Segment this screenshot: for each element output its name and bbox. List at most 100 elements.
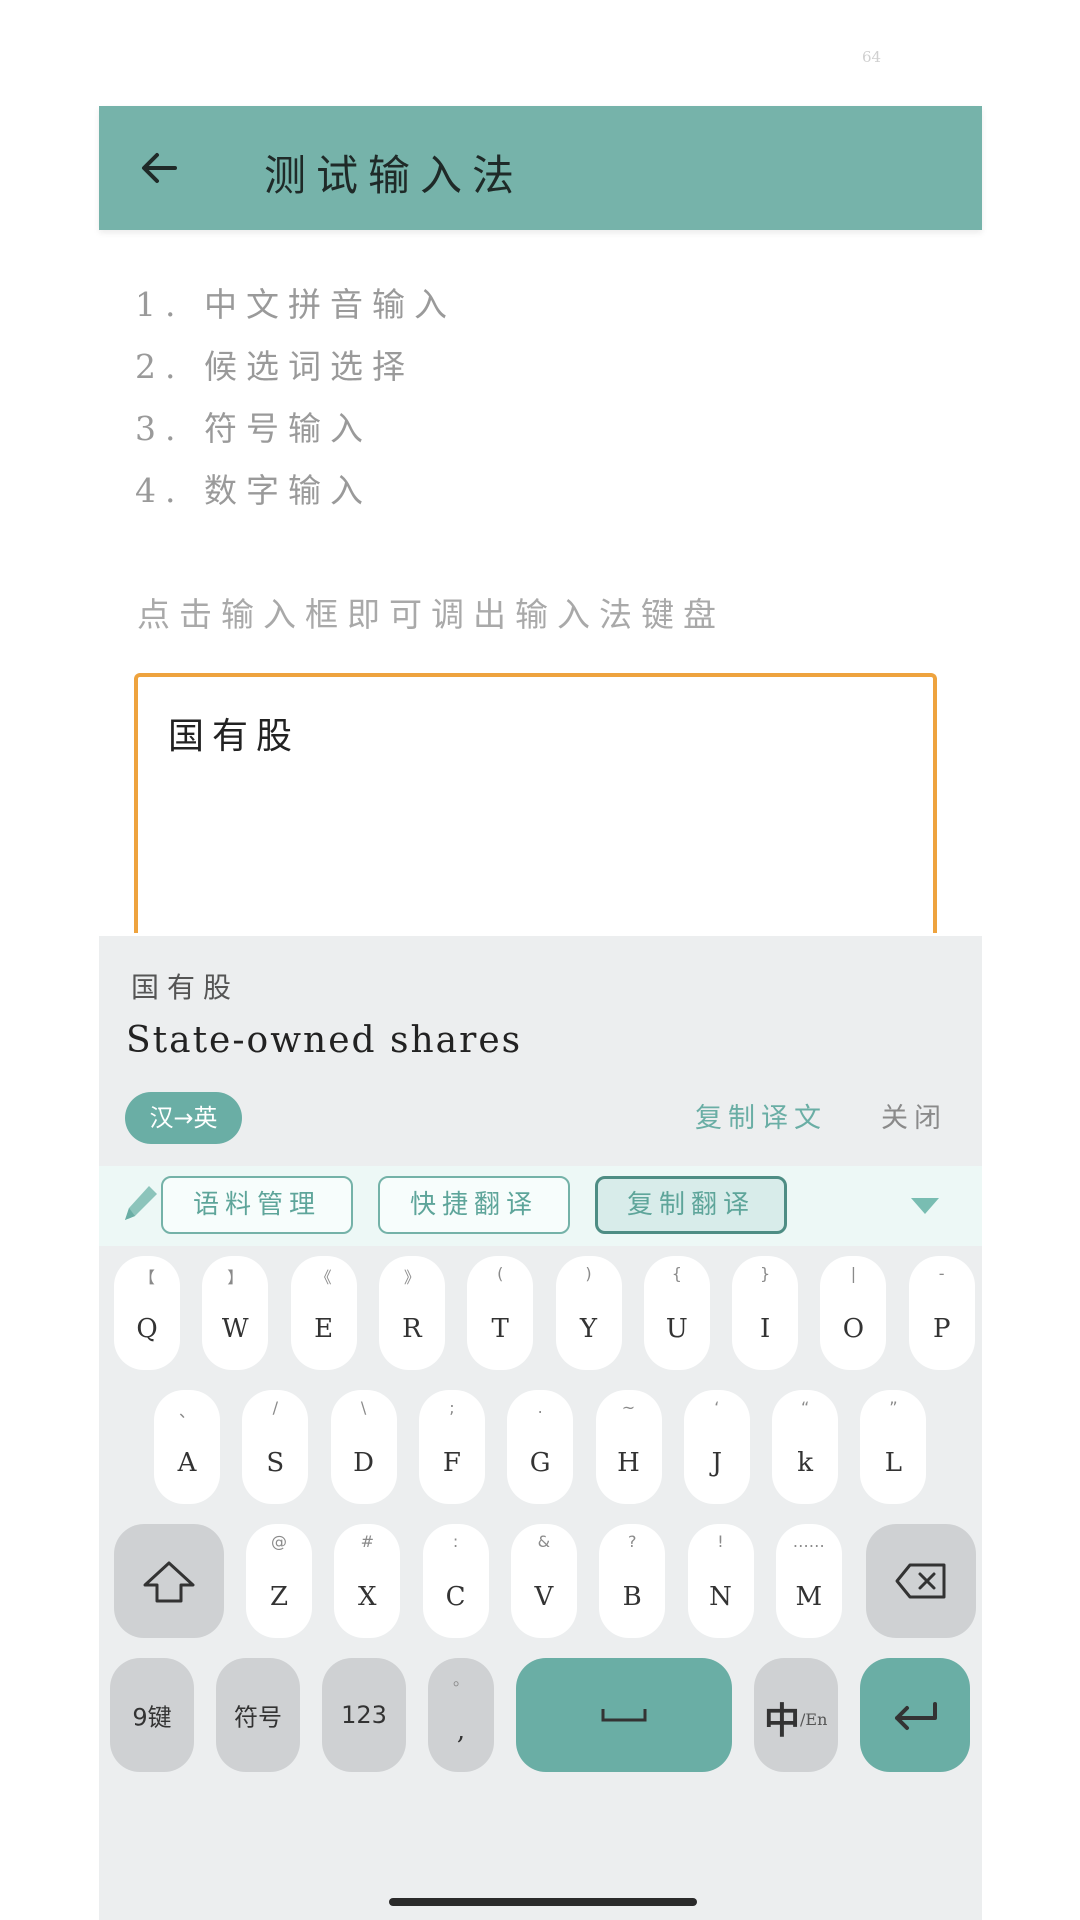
key-secondary-symbol: …… xyxy=(792,1532,825,1551)
key-y[interactable]: ) Y xyxy=(555,1256,622,1370)
key-o[interactable]: | O xyxy=(820,1256,887,1370)
symbols-key[interactable]: 符号 xyxy=(216,1658,300,1772)
key-secondary-symbol: “ xyxy=(800,1398,810,1417)
pen-icon[interactable] xyxy=(117,1180,161,1228)
key-m[interactable]: …… M xyxy=(775,1524,842,1638)
feature-list: 1. 中文拼音输入 2. 候选词选择 3. 符号输入 4. 数字输入 xyxy=(135,278,456,526)
key-secondary-symbol: 》 xyxy=(403,1268,420,1287)
key-secondary-symbol: : xyxy=(452,1532,459,1551)
numbers-key[interactable]: 123 xyxy=(322,1658,406,1772)
key-secondary-symbol: ? xyxy=(627,1532,637,1551)
key-letter: E xyxy=(314,1314,334,1344)
key-s[interactable]: / S xyxy=(242,1390,309,1504)
key-secondary-symbol: 。 xyxy=(452,1670,469,1689)
feature-item: 4. 数字输入 xyxy=(135,471,372,510)
key-letter: V xyxy=(534,1582,554,1612)
space-key[interactable] xyxy=(516,1658,732,1772)
back-button[interactable] xyxy=(135,144,183,192)
key-secondary-symbol: ‘ xyxy=(714,1398,720,1417)
key-q[interactable]: 【Q xyxy=(114,1256,180,1370)
close-translation-link[interactable]: 关闭 xyxy=(881,1096,947,1135)
translation-source: 国有股 xyxy=(131,971,240,1004)
feature-item: 2. 候选词选择 xyxy=(135,347,414,386)
input-value: 国有股 xyxy=(168,716,301,757)
key-w[interactable]: 】 W xyxy=(202,1256,269,1370)
key-secondary-symbol: ; xyxy=(449,1398,455,1417)
text-input-field[interactable]: 国有股 xyxy=(134,673,937,933)
nine-key[interactable]: 9键 xyxy=(110,1658,194,1772)
lang-sub-label: /En xyxy=(800,1710,828,1729)
app-window: 测试输入法 1. 中文拼音输入 2. 候选词选择 3. 符号输入 4. 数字输入… xyxy=(99,106,982,1920)
feature-item: 3. 符号输入 xyxy=(135,409,372,448)
nine-key-label: 9键 xyxy=(132,1703,172,1732)
key-secondary-symbol: . xyxy=(537,1398,543,1417)
key-letter: L xyxy=(884,1448,903,1478)
key-c[interactable]: :C xyxy=(422,1524,489,1638)
key-secondary-symbol: ~ xyxy=(621,1398,636,1417)
key-p[interactable]: -P xyxy=(908,1256,975,1370)
key-secondary-symbol: @ xyxy=(271,1532,287,1551)
key-u[interactable]: {U xyxy=(643,1256,710,1370)
key-letter: G xyxy=(529,1448,551,1478)
key-secondary-symbol: / xyxy=(272,1398,278,1417)
feature-item: 1. 中文拼音输入 xyxy=(135,285,456,324)
numbers-key-label: 123 xyxy=(341,1701,387,1729)
key-h[interactable]: ~ H xyxy=(595,1390,662,1504)
key-secondary-symbol: { xyxy=(671,1264,682,1283)
key-x[interactable]: # X xyxy=(334,1524,401,1638)
translation-direction-button[interactable]: 汉→英 xyxy=(125,1092,242,1144)
keyboard-hint: 点击输入框即可调出输入法键盘 xyxy=(137,595,725,634)
key-letter: P xyxy=(932,1314,951,1344)
key-letter: A xyxy=(177,1448,197,1478)
key-e[interactable]: 《 E xyxy=(290,1256,357,1370)
comma-key[interactable]: 。, xyxy=(428,1658,494,1772)
key-letter: k xyxy=(797,1448,813,1478)
corpus-manage-button[interactable]: 语料管理 xyxy=(161,1176,353,1234)
key-a[interactable]: 、 A xyxy=(154,1390,220,1504)
key-j[interactable]: ‘J xyxy=(683,1390,750,1504)
key-secondary-symbol: \ xyxy=(360,1398,367,1417)
lang-main-label: 中 xyxy=(764,1701,801,1742)
key-letter: M xyxy=(795,1582,823,1612)
key-letter: , xyxy=(456,1716,466,1746)
ime-toolbar: 语料管理 快捷翻译 复制翻译 xyxy=(99,1166,982,1246)
key-i[interactable]: } I xyxy=(732,1256,799,1370)
key-secondary-symbol: 【 xyxy=(138,1268,155,1287)
key-l[interactable]: ” L xyxy=(860,1390,927,1504)
key-d[interactable]: \ D xyxy=(330,1390,397,1504)
key-v[interactable]: & V xyxy=(510,1524,577,1638)
shift-key[interactable] xyxy=(114,1524,224,1638)
key-g[interactable]: .G xyxy=(507,1390,574,1504)
key-letter: R xyxy=(402,1314,422,1344)
language-switch-key[interactable]: 中/En xyxy=(754,1658,838,1772)
status-corner-number: 64 xyxy=(862,48,882,66)
key-secondary-symbol: - xyxy=(938,1264,945,1283)
key-f[interactable]: ; F xyxy=(418,1390,485,1504)
key-z[interactable]: @ Z xyxy=(246,1524,312,1638)
key-letter: T xyxy=(491,1314,509,1344)
key-letter: Y xyxy=(579,1314,598,1344)
key-k[interactable]: “k xyxy=(772,1390,839,1504)
key-r[interactable]: 》 R xyxy=(378,1256,445,1370)
key-secondary-symbol: ) xyxy=(585,1264,592,1283)
key-letter: I xyxy=(759,1314,771,1344)
key-letter: Z xyxy=(269,1582,289,1612)
copy-translate-button[interactable]: 复制翻译 xyxy=(595,1176,787,1234)
backspace-key[interactable] xyxy=(866,1524,976,1638)
key-secondary-symbol: 、 xyxy=(178,1402,195,1421)
key-secondary-symbol: ” xyxy=(889,1398,898,1417)
home-indicator xyxy=(389,1898,697,1906)
page-title: 测试输入法 xyxy=(264,151,525,200)
key-letter: C xyxy=(445,1582,466,1612)
key-t[interactable]: (T xyxy=(467,1256,534,1370)
key-secondary-symbol: 《 xyxy=(315,1268,332,1287)
key-b[interactable]: ? B xyxy=(599,1524,666,1638)
quick-translate-button[interactable]: 快捷翻译 xyxy=(378,1176,570,1234)
chevron-down-icon[interactable] xyxy=(907,1192,943,1222)
app-header: 测试输入法 xyxy=(99,106,982,230)
copy-translation-link[interactable]: 复制译文 xyxy=(695,1096,827,1135)
key-letter: W xyxy=(221,1314,249,1344)
enter-key[interactable] xyxy=(860,1658,970,1772)
key-n[interactable]: ! N xyxy=(687,1524,754,1638)
key-secondary-symbol: } xyxy=(760,1264,771,1283)
